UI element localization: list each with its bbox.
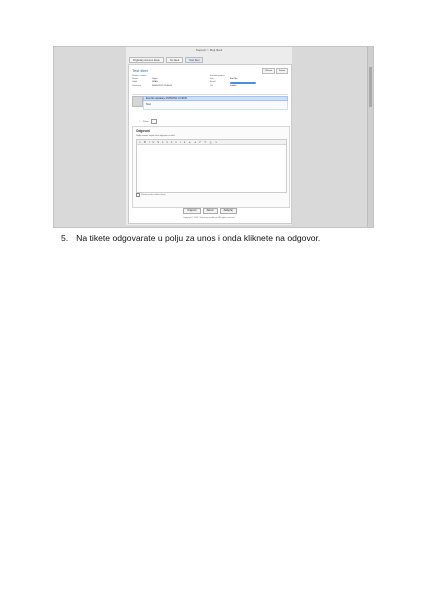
info-row: Tel mobile	[210, 85, 284, 88]
ticket-info-left: Podaci o tiketu Status Open Odjel SPAS Otv…	[132, 75, 206, 88]
embedded-screenshot: Support > Moji tiketi Pogledaj otvorene …	[53, 46, 374, 228]
ticket-title: Test tiket	[132, 68, 148, 73]
scrollbar-thumb[interactable]	[369, 67, 372, 107]
instruction-caption: 5. Na tikete odgovarate u polju za unos …	[61, 233, 391, 243]
accept-button[interactable]: Prihvati	[262, 68, 275, 74]
ticket-panel: Test tiket Prihvati Zatvori Podaci o tik…	[128, 64, 292, 224]
number-list-icon[interactable]: 1.	[184, 141, 186, 144]
scrollbar[interactable]	[367, 47, 373, 227]
reply-section: Odgovori Ovdje mozete unijeti tekst odgo…	[132, 126, 290, 208]
bullet-list-icon[interactable]: •	[180, 141, 181, 144]
editor-toolbar: ✂ B I U S ≡ ≡ ≡ ≡ • 1. ⇤ ⇥ ↶ ↷ ⚓ ∞	[137, 140, 286, 145]
ticket-info-right: Kontakt podaci Ime Eva Ma Email Tel mobile	[210, 75, 284, 88]
underline-icon[interactable]: U	[152, 141, 154, 144]
option-checkbox[interactable]	[136, 193, 140, 197]
bold-icon[interactable]: B	[144, 141, 146, 144]
ticket-message: Eva Ma napisala je 26/05/2011 13:48:05 T…	[132, 96, 288, 114]
outdent-icon[interactable]: ⇤	[189, 141, 191, 144]
redo-icon[interactable]: ↷	[204, 141, 206, 144]
paperclip-icon: ✎	[139, 121, 141, 123]
close-ticket-button[interactable]: Zatvori	[275, 68, 288, 74]
align-left-icon[interactable]: ≡	[162, 141, 163, 144]
strike-icon[interactable]: S	[157, 141, 159, 144]
anchor-icon[interactable]: ⚓	[209, 141, 212, 144]
tab-bar: Pogledaj otvorene tikete Svi tiketi Novi…	[129, 57, 204, 63]
undo-icon[interactable]: ↶	[199, 141, 201, 144]
action-buttons: Odgovori Zatvori Zaključaj	[129, 208, 291, 214]
avatar	[132, 96, 143, 107]
helpdesk-window: Support > Moji tiketi Pogledaj otvorene …	[126, 47, 292, 225]
tab-open-tickets[interactable]: Pogledaj otvorene tikete	[129, 57, 164, 63]
reply-editor[interactable]: ✂ B I U S ≡ ≡ ≡ ≡ • 1. ⇤ ⇥ ↶ ↷ ⚓ ∞	[136, 139, 287, 193]
message-body: Test	[143, 101, 288, 110]
align-center-icon[interactable]: ≡	[166, 141, 167, 144]
step-number: 5.	[61, 233, 69, 243]
info-row: Otvoreno 26/05/2011 13:48:05	[132, 85, 206, 88]
align-right-icon[interactable]: ≡	[171, 141, 172, 144]
info-key: Otvoreno	[132, 84, 141, 87]
attachment-field[interactable]	[150, 119, 157, 124]
editor-option: Prikazi poruku nakon slanja	[136, 193, 165, 197]
indent-icon[interactable]: ⇥	[194, 141, 196, 144]
link-icon[interactable]: ∞	[215, 141, 217, 144]
italic-icon[interactable]: I	[149, 141, 150, 144]
attachment-row: ✎ Prilozi	[139, 119, 157, 124]
info-value: 26/05/2011 13:48:05	[152, 84, 172, 87]
step-text: Na tikete odgovarate u polju za unos i o…	[76, 233, 321, 243]
option-label: Prikazi poruku nakon slanja	[141, 194, 166, 196]
ticket-tools: Prihvati Zatvori	[262, 68, 288, 74]
close-button[interactable]: Zatvori	[202, 208, 218, 214]
divider	[132, 94, 288, 95]
justify-icon[interactable]: ≡	[175, 141, 176, 144]
info-key: Tel	[210, 84, 213, 87]
footer: Copyright © 2011. Sva prava pridržana. A…	[182, 217, 236, 219]
reply-title: Odgovori	[136, 129, 151, 133]
attachment-label: Prilozi	[142, 120, 149, 123]
tab-new-ticket[interactable]: Novi tiket	[185, 57, 204, 63]
cut-icon[interactable]: ✂	[139, 141, 141, 144]
info-value: mobile	[230, 84, 237, 87]
reply-note: Ovdje mozete unijeti tekst odgovora na t…	[136, 135, 175, 137]
reply-button[interactable]: Odgovori	[183, 208, 201, 214]
page-header: Support > Moji tiketi	[195, 48, 223, 52]
info-value: Eva Ma	[230, 78, 238, 81]
lock-button[interactable]: Zaključaj	[219, 208, 237, 214]
tab-all-tickets[interactable]: Svi tiketi	[165, 57, 184, 63]
